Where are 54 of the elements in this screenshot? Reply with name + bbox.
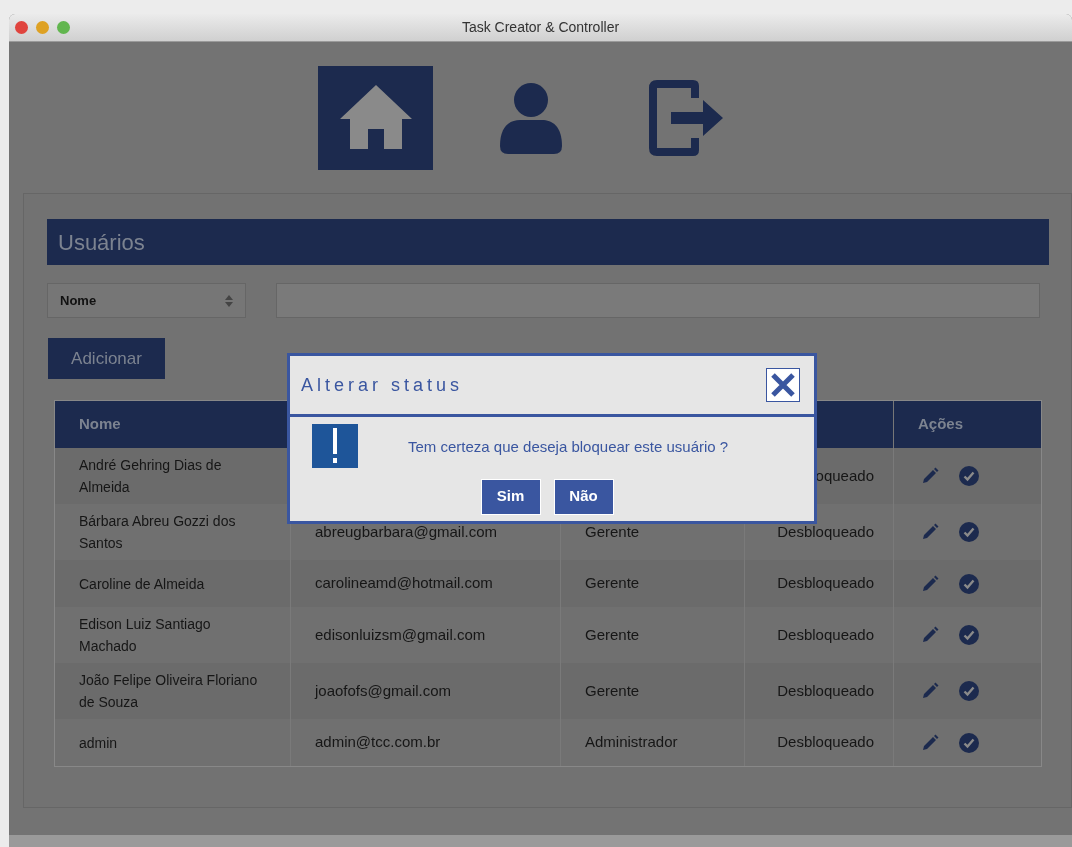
warning-icon — [312, 424, 358, 468]
zoom-window-icon[interactable] — [57, 21, 70, 34]
check-circle-icon[interactable] — [959, 522, 979, 542]
check-circle-icon[interactable] — [959, 625, 979, 645]
dialog-message: Tem certeza que deseja bloquear este usuário ? — [408, 438, 729, 455]
pencil-icon[interactable] — [921, 626, 939, 644]
dialog-title: Alterar status — [301, 373, 464, 397]
window-title: Task Creator & Controller — [461, 18, 620, 37]
close-button[interactable] — [766, 368, 800, 402]
table-cell-text: joaofofs@gmail.com — [315, 680, 452, 701]
up-down-caret-icon — [225, 294, 233, 307]
exit-icon — [646, 80, 725, 156]
table-cell-text: edisonluizsm@gmail.com — [315, 624, 486, 645]
table-cell-text: Desbloqueado — [777, 732, 874, 753]
table-cell-text: Gerente — [585, 680, 640, 701]
table-cell-text: Desbloqueado — [777, 573, 874, 594]
table-cell-text: Administrador — [585, 732, 678, 753]
user-icon — [497, 82, 564, 154]
check-circle-icon[interactable] — [959, 681, 979, 701]
nav-button[interactable] — [318, 66, 433, 170]
yes-button[interactable]: Sim — [480, 478, 541, 515]
table-cell-text: carolineamd@hotmail.com — [315, 573, 493, 594]
table-cell-text: Gerente — [585, 624, 640, 645]
table-cell-text: Desbloqueado — [777, 624, 874, 645]
table-cell-text: João Felipe Oliveira Floriano de Souza — [79, 671, 259, 712]
section-title: Usuários — [58, 228, 145, 257]
filter-select[interactable]: Nome — [47, 283, 246, 318]
column-header: Ações — [918, 414, 964, 435]
table-cell-text: Desbloqueado — [777, 521, 874, 542]
table-cell-text: admin@tcc.com.br — [315, 732, 441, 753]
table-cell-text: Gerente — [585, 573, 640, 594]
table-cell-text: Caroline de Almeida — [79, 574, 205, 594]
pencil-icon[interactable] — [921, 467, 939, 485]
table-cell-text: Desbloqueado — [777, 680, 874, 701]
check-circle-icon[interactable] — [959, 466, 979, 486]
table-cell-text: André Gehring Dias de Almeida — [79, 456, 223, 497]
pencil-icon[interactable] — [921, 574, 939, 593]
no-button[interactable]: Não — [553, 478, 614, 515]
minimize-window-icon[interactable] — [36, 21, 49, 34]
check-circle-icon[interactable] — [959, 573, 979, 594]
table-cell-text: abreugbarbara@gmail.com — [315, 521, 497, 542]
add-button[interactable]: Adicionar — [48, 338, 165, 379]
pencil-icon[interactable] — [921, 523, 939, 541]
table-cell-text: oqueado — [815, 465, 874, 486]
column-header: Nome — [79, 414, 121, 435]
close-icon — [770, 372, 796, 398]
table-cell-text: Edison Luiz Santiago Machado — [79, 615, 212, 656]
pencil-icon[interactable] — [921, 733, 939, 752]
table-cell-text: Bárbara Abreu Gozzi dos Santos — [79, 512, 237, 553]
check-circle-icon[interactable] — [959, 732, 979, 753]
pencil-icon[interactable] — [921, 682, 939, 700]
table-cell-text: admin — [79, 733, 118, 753]
table-cell-text: Gerente — [585, 521, 640, 542]
close-window-icon[interactable] — [15, 21, 28, 34]
